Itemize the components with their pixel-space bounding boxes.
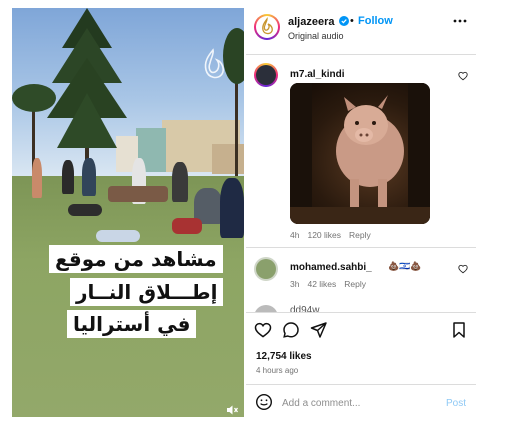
video-person: [172, 162, 188, 202]
actions-divider: [246, 312, 476, 313]
audio-label[interactable]: Original audio: [288, 31, 344, 41]
heart-icon[interactable]: [458, 71, 468, 81]
muted-icon[interactable]: [225, 403, 239, 417]
comment-username[interactable]: dd94w: [290, 305, 319, 312]
composer-divider: [246, 384, 476, 385]
video-caption-line: إطـــلاق النــار: [70, 278, 224, 306]
verified-icon: [339, 16, 349, 26]
heart-icon[interactable]: [458, 264, 468, 274]
video-person: [172, 218, 202, 234]
likes-count[interactable]: 12,754 likes: [256, 351, 312, 362]
comment-avatar-image: [256, 259, 276, 279]
comment-avatar[interactable]: [254, 63, 278, 87]
video-person: [68, 204, 102, 216]
comment-age: 3h: [290, 279, 300, 289]
comment-text: 💩🇮🇱💩: [388, 261, 422, 271]
more-options-icon[interactable]: [453, 19, 467, 23]
comment-avatar[interactable]: [254, 305, 278, 312]
reply-button[interactable]: Reply: [344, 279, 366, 289]
post-panel: aljazeera • Follow Original audio m7.al_…: [246, 0, 523, 421]
post-time: 4 hours ago: [256, 366, 299, 375]
emoji-icon[interactable]: [255, 393, 273, 411]
comment-icon[interactable]: [282, 321, 300, 339]
comment-input[interactable]: Add a comment...: [282, 398, 360, 409]
aljazeera-watermark-icon: [204, 48, 224, 79]
header-separator: •: [350, 15, 354, 27]
heart-icon[interactable]: [254, 321, 272, 339]
video-caption-line: مشاهد من موقع: [49, 245, 223, 273]
video-person: [96, 230, 140, 242]
share-icon[interactable]: [310, 321, 328, 339]
comment-username[interactable]: m7.al_kindi: [290, 69, 344, 80]
author-avatar[interactable]: [254, 14, 280, 40]
comment-divider: [246, 247, 476, 248]
video-person: [32, 158, 42, 198]
reply-button[interactable]: Reply: [349, 230, 371, 240]
video-person: [62, 160, 74, 194]
comment-likes[interactable]: 42 likes: [307, 279, 336, 289]
comment-partial: dd94w: [246, 300, 478, 312]
comment-age: 4h: [290, 230, 300, 240]
comment-image-pig[interactable]: [290, 83, 430, 224]
follow-button[interactable]: Follow: [358, 15, 393, 27]
video-person: [220, 178, 244, 238]
author-avatar-image: [256, 16, 278, 38]
post-button[interactable]: Post: [446, 398, 466, 409]
comment-likes[interactable]: 120 likes: [307, 230, 341, 240]
video-person: [108, 186, 168, 202]
video-caption-line: في أستراليا: [67, 310, 197, 338]
comment-meta: 3h 42 likes Reply: [290, 279, 374, 289]
aljazeera-logo-icon: [257, 17, 277, 37]
comment-meta: 4h 120 likes Reply: [290, 230, 379, 240]
header-divider: [246, 54, 476, 55]
comment-avatar[interactable]: [254, 257, 278, 281]
comment-avatar-image: [256, 65, 276, 85]
video-person: [82, 158, 96, 196]
bookmark-icon[interactable]: [450, 321, 468, 339]
video-player[interactable]: مشاهد من موقع إطـــلاق النــار في أسترال…: [12, 8, 244, 417]
comment-username[interactable]: mohamed.sahbi_: [290, 262, 372, 273]
author-username[interactable]: aljazeera: [288, 16, 334, 28]
pig-illustration: [290, 83, 430, 224]
